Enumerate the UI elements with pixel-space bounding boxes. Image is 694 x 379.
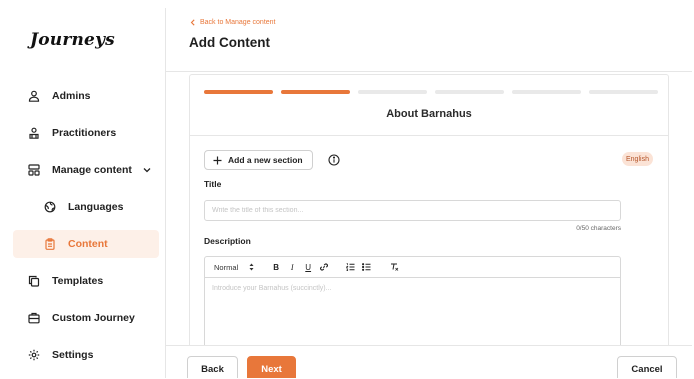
sidebar: Journeys Admins Practitioners Manage con… bbox=[8, 8, 166, 378]
sidebar-item-label: Templates bbox=[52, 275, 104, 287]
sidebar-item-label: Admins bbox=[52, 90, 91, 102]
title-input[interactable] bbox=[204, 200, 621, 221]
step-indicator bbox=[204, 90, 273, 94]
sidebar-item-custom-journey[interactable]: Custom Journey bbox=[13, 304, 159, 332]
format-select-value: Normal bbox=[214, 262, 239, 272]
title-label: Title bbox=[204, 179, 222, 189]
clear-format-icon[interactable] bbox=[386, 263, 402, 271]
editor-toolbar: Normal B I U bbox=[204, 256, 621, 278]
clipboard-icon bbox=[43, 237, 57, 251]
bullet-list-icon[interactable] bbox=[358, 263, 374, 271]
sidebar-item-manage-content[interactable]: Manage content bbox=[13, 156, 159, 184]
section-title: About Barnahus bbox=[386, 108, 472, 120]
bold-button[interactable]: B bbox=[268, 263, 284, 272]
sidebar-item-label: Content bbox=[68, 238, 108, 250]
sidebar-item-templates[interactable]: Templates bbox=[13, 267, 159, 295]
progress-stepper bbox=[204, 90, 658, 94]
underline-button[interactable]: U bbox=[300, 263, 316, 272]
content-form-card: About Barnahus Add a new section English… bbox=[189, 74, 669, 368]
cancel-button[interactable]: Cancel bbox=[617, 356, 677, 378]
sidebar-item-languages[interactable]: Languages bbox=[13, 193, 159, 221]
back-button[interactable]: Back bbox=[187, 356, 238, 378]
ordered-list-icon[interactable] bbox=[342, 263, 358, 271]
next-button[interactable]: Next bbox=[247, 356, 296, 378]
sidebar-item-content[interactable]: Content bbox=[13, 230, 159, 258]
language-badge: English bbox=[622, 152, 653, 166]
add-section-label: Add a new section bbox=[228, 155, 303, 165]
step-indicator bbox=[589, 90, 658, 94]
link-icon[interactable] bbox=[316, 263, 332, 271]
header-divider bbox=[166, 71, 692, 72]
user-icon bbox=[27, 89, 41, 103]
add-section-button[interactable]: Add a new section bbox=[204, 150, 313, 170]
sidebar-item-settings[interactable]: Settings bbox=[13, 341, 159, 369]
step-indicator bbox=[358, 90, 427, 94]
globe-icon bbox=[43, 200, 57, 214]
sort-arrows-icon bbox=[249, 263, 254, 271]
description-label: Description bbox=[204, 236, 251, 246]
step-indicator bbox=[435, 90, 504, 94]
users-icon bbox=[27, 126, 41, 140]
form-footer: Back Next Cancel bbox=[166, 345, 692, 378]
step-indicator bbox=[281, 90, 350, 94]
italic-button[interactable]: I bbox=[284, 263, 300, 272]
char-count: 0/50 characters bbox=[576, 225, 621, 232]
plus-icon bbox=[213, 156, 222, 165]
gear-icon bbox=[27, 348, 41, 362]
briefcase-icon bbox=[27, 311, 41, 325]
sidebar-item-label: Manage content bbox=[52, 164, 132, 176]
copy-icon bbox=[27, 274, 41, 288]
layout-icon bbox=[27, 163, 41, 177]
card-divider bbox=[190, 135, 668, 136]
format-select[interactable]: Normal bbox=[214, 263, 254, 272]
back-to-manage-content-link[interactable]: Back to Manage content bbox=[190, 19, 276, 26]
page-title: Add Content bbox=[189, 35, 270, 50]
sidebar-item-label: Custom Journey bbox=[52, 312, 135, 324]
sidebar-item-label: Settings bbox=[52, 349, 94, 361]
sidebar-item-label: Practitioners bbox=[52, 127, 117, 139]
sidebar-item-label: Languages bbox=[68, 201, 124, 213]
chevron-down-icon[interactable] bbox=[142, 165, 152, 175]
info-icon[interactable] bbox=[328, 154, 340, 166]
app-window: Journeys Admins Practitioners Manage con… bbox=[8, 8, 692, 378]
back-link-label: Back to Manage content bbox=[200, 19, 276, 26]
sidebar-item-practitioners[interactable]: Practitioners bbox=[13, 119, 159, 147]
step-indicator bbox=[512, 90, 581, 94]
app-logo: Journeys bbox=[30, 30, 115, 50]
chevron-left-icon bbox=[190, 19, 196, 26]
sidebar-item-admins[interactable]: Admins bbox=[13, 82, 159, 110]
